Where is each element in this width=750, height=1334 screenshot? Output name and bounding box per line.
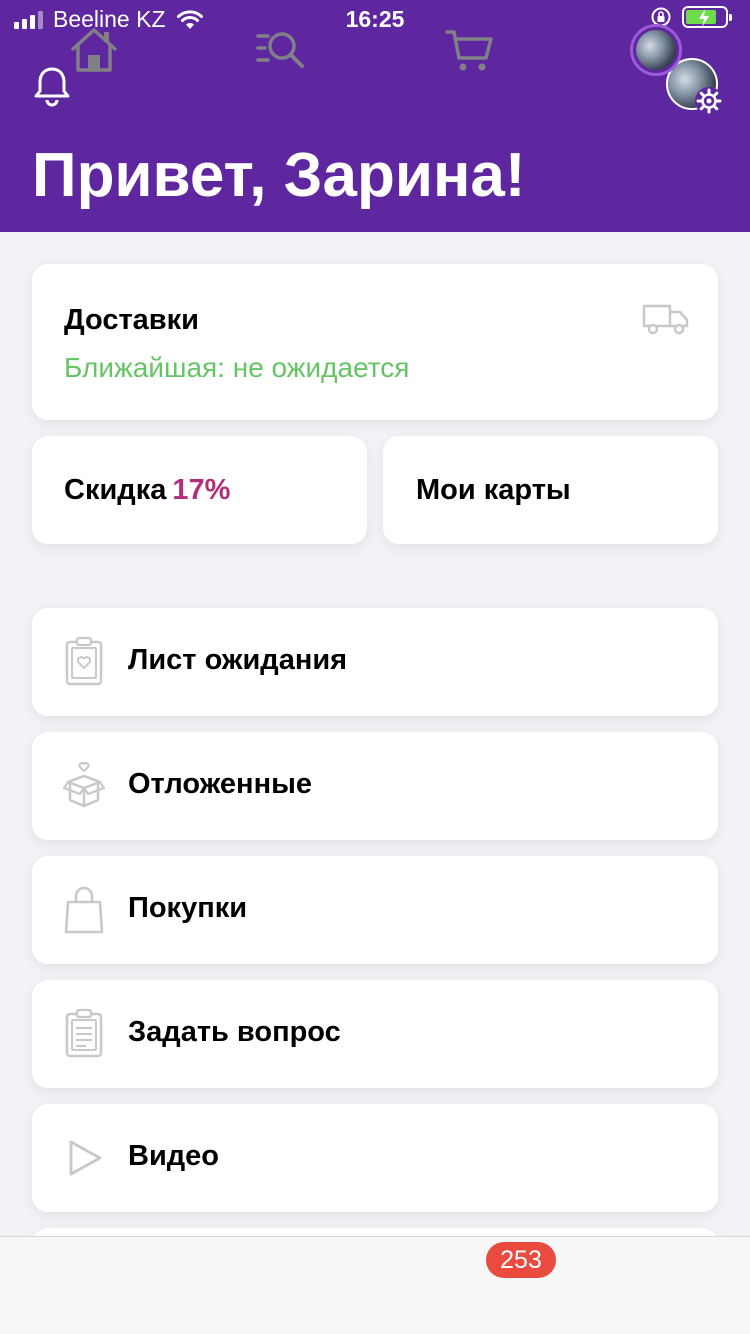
greeting-title: Привет, Зарина! xyxy=(32,141,526,210)
menu-item-label: Покупки xyxy=(128,892,248,924)
tab-profile[interactable] xyxy=(630,24,682,76)
avatar xyxy=(636,30,676,70)
my-cards-card[interactable]: Мои карты xyxy=(383,436,718,544)
home-icon[interactable] xyxy=(68,24,120,76)
search-list-icon[interactable] xyxy=(254,24,306,76)
play-icon xyxy=(69,1140,102,1176)
discount-label-row: Скидка 17% xyxy=(64,474,230,507)
cart-icon[interactable] xyxy=(444,24,496,76)
clipboard-lines-icon xyxy=(65,1008,103,1058)
battery-icon xyxy=(682,6,732,28)
delivery-status: Ближайшая: не ожидается xyxy=(64,352,410,383)
box-heart-icon xyxy=(62,762,106,808)
discount-card[interactable]: Скидка 17% xyxy=(32,436,367,544)
menu-item-ask-question[interactable]: Задать вопрос xyxy=(32,980,718,1088)
discount-value: 17% xyxy=(172,474,231,506)
gear-icon xyxy=(695,87,723,115)
menu-item-purchases[interactable]: Покупки xyxy=(32,856,718,964)
menu-item-label: Задать вопрос xyxy=(128,1016,341,1048)
delivery-title: Доставки xyxy=(64,304,199,336)
tab-bar xyxy=(0,1236,750,1334)
menu-item-postponed[interactable]: Отложенные xyxy=(32,732,718,840)
delivery-card[interactable]: Доставки Ближайшая: не ожидается xyxy=(32,264,718,420)
discount-label: Скидка xyxy=(64,474,167,506)
cart-count-badge: 253 xyxy=(486,1242,556,1278)
menu-item-label: Лист ожидания xyxy=(128,644,348,676)
truck-icon xyxy=(642,304,689,335)
menu-item-label: Видео xyxy=(128,1140,220,1172)
clipboard-heart-icon xyxy=(65,636,103,686)
menu-item-waitlist[interactable]: Лист ожидания xyxy=(32,608,718,716)
my-cards-label: Мои карты xyxy=(416,474,571,506)
menu-item-video[interactable]: Видео xyxy=(32,1104,718,1212)
shopping-bag-icon xyxy=(64,886,104,934)
menu-item-label: Отложенные xyxy=(128,768,312,800)
